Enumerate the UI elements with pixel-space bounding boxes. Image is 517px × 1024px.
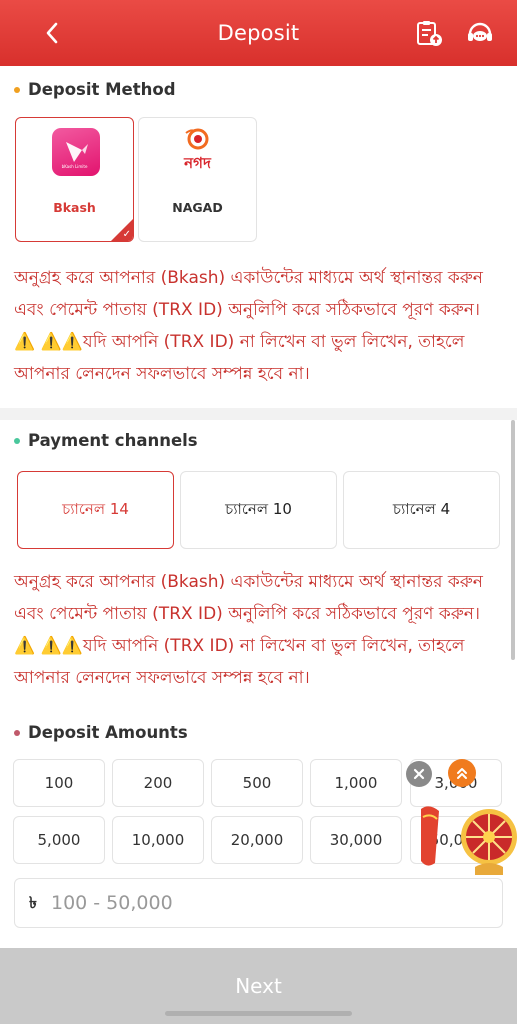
amount-field[interactable]: ৳ (14, 878, 503, 928)
nagad-logo-icon (185, 128, 209, 150)
amount-option[interactable]: 30,000 (310, 816, 402, 864)
channel-option[interactable]: চ্যানেল 10 (180, 471, 337, 549)
home-indicator (165, 1011, 352, 1016)
currency-symbol: ৳ (29, 892, 37, 912)
amount-option[interactable]: 1,000 (310, 759, 402, 807)
channel-option[interactable]: চ্যানেল 14 (17, 471, 174, 549)
amount-option[interactable]: 10,000 (112, 816, 204, 864)
lucky-wheel-icon (421, 806, 517, 875)
deposit-record-button[interactable] (413, 17, 445, 49)
deposit-method-heading: Deposit Method (14, 80, 176, 99)
clipboard-upload-icon (417, 21, 442, 46)
footer-bar: Next (0, 948, 517, 1024)
scrollbar[interactable] (511, 420, 515, 660)
nagad-logo-text: নগদ (184, 154, 211, 172)
bullet-dot (14, 729, 20, 736)
deposit-notice: অনুগ্রহ করে আপনার (Bkash) একাউন্টের মাধ্… (14, 268, 483, 384)
chevron-left-icon (46, 22, 58, 44)
customer-service-button[interactable] (464, 17, 496, 49)
method-label: NAGAD (172, 200, 223, 215)
amount-option[interactable]: 20,000 (211, 816, 303, 864)
headset-chat-icon (468, 22, 492, 41)
method-bkash[interactable]: bKash Limite Bkash ✓ (15, 117, 134, 242)
amount-option[interactable]: 100 (13, 759, 105, 807)
deposit-amounts-heading: Deposit Amounts (14, 723, 188, 742)
back-button[interactable] (36, 17, 68, 49)
amount-option[interactable]: 5,000 (13, 816, 105, 864)
app-header: Deposit (0, 0, 517, 66)
payment-channels-heading: Payment channels (14, 431, 198, 450)
bullet-dot (14, 437, 20, 444)
amount-option[interactable]: 200 (112, 759, 204, 807)
payment-notice: অনুগ্রহ করে আপনার (Bkash) একাউন্টের মাধ্… (14, 572, 483, 688)
check-icon: ✓ (122, 229, 131, 240)
double-chevron-up-icon (457, 768, 467, 779)
amount-input[interactable] (50, 892, 471, 914)
channel-option[interactable]: চ্যানেল 4 (343, 471, 500, 549)
page-title: Deposit (217, 21, 300, 45)
scroll-top-button[interactable] (448, 759, 476, 787)
bkash-logo-text: bKash Limite (61, 164, 88, 169)
bullet-dot (14, 86, 20, 93)
method-nagad[interactable]: নগদ NAGAD (138, 117, 257, 242)
amount-option[interactable]: 500 (211, 759, 303, 807)
close-icon (413, 768, 425, 780)
promo-wheel-banner[interactable] (417, 803, 517, 875)
close-promo-button[interactable] (406, 761, 432, 787)
method-label: Bkash (53, 200, 96, 215)
